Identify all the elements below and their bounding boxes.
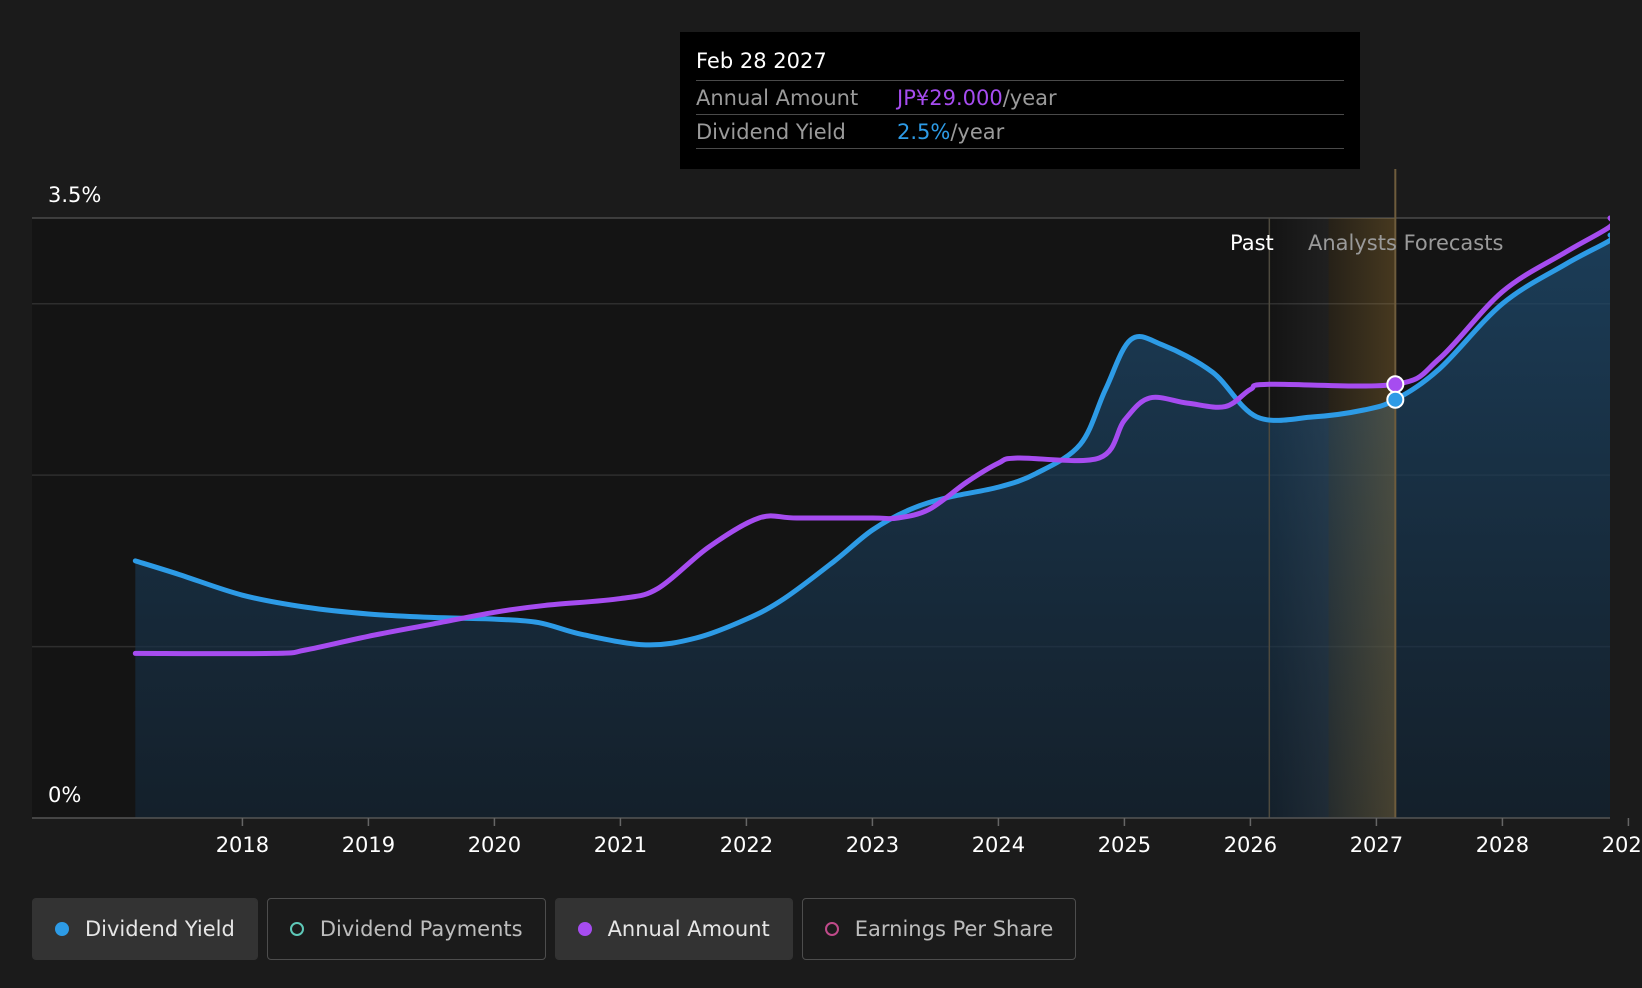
legend-annual-amount-button[interactable]: Annual Amount [554, 898, 793, 960]
forecast-region-label: Analysts Forecasts [1308, 231, 1503, 255]
tooltip-value: JP¥29.000 [897, 85, 1003, 110]
tooltip-unit: /year [1002, 85, 1057, 110]
past-shade [1269, 218, 1329, 818]
legend-label: Dividend Yield [85, 917, 235, 941]
tooltip-label: Annual Amount [696, 85, 859, 110]
legend-earnings-per-share-button[interactable]: Earnings Per Share [801, 898, 1077, 960]
x-tick-label: 2029 [1602, 833, 1642, 857]
tooltip-unit: /year [950, 119, 1005, 144]
tooltip-label: Dividend Yield [696, 119, 846, 144]
x-tick-label: 2021 [594, 833, 647, 857]
x-tick-label: 2018 [216, 833, 269, 857]
forecast-region [1268, 169, 1397, 818]
legend: Dividend Yield Dividend Payments Annual … [32, 898, 1077, 960]
y-tick-label-bottom: 0% [48, 783, 81, 807]
legend-dividend-yield-button[interactable]: Dividend Yield [32, 898, 258, 960]
x-tick-label: 2028 [1476, 833, 1529, 857]
forecast-shade [1328, 218, 1396, 818]
legend-dividend-payments-button[interactable]: Dividend Payments [266, 898, 546, 960]
x-tick-label: 2022 [720, 833, 773, 857]
y-tick-label-top: 3.5% [48, 183, 101, 207]
tooltip-value: 2.5% [897, 119, 951, 144]
legend-label: Annual Amount [607, 917, 770, 941]
dividend-payments-ring-icon [289, 922, 304, 936]
past-region-label: Past [1230, 231, 1274, 255]
annual-amount-marker [1386, 375, 1405, 394]
earnings-per-share-ring-icon [824, 922, 839, 936]
legend-label: Dividend Payments [319, 917, 523, 941]
x-tick-label: 2019 [342, 833, 395, 857]
tooltip-row-annual-amount: Annual Amount JP¥29.000 /year [696, 80, 1344, 114]
tooltip-row-dividend-yield: Dividend Yield 2.5% /year [696, 114, 1344, 149]
x-tick-label: 2020 [468, 833, 521, 857]
x-tick-label: 2027 [1350, 833, 1403, 857]
chart-tooltip: Feb 28 2027 Annual Amount JP¥29.000 /yea… [680, 32, 1360, 169]
tooltip-date: Feb 28 2027 [696, 49, 827, 73]
x-tick-label: 2026 [1224, 833, 1277, 857]
annual-amount-dot-icon [577, 922, 592, 936]
legend-label: Earnings Per Share [854, 917, 1054, 941]
dividend-yield-dot-icon [55, 922, 69, 936]
x-tick-label: 2023 [846, 833, 899, 857]
dividend-yield-marker [1386, 390, 1405, 409]
x-tick-label: 2024 [972, 833, 1025, 857]
x-tick-label: 2025 [1098, 833, 1151, 857]
